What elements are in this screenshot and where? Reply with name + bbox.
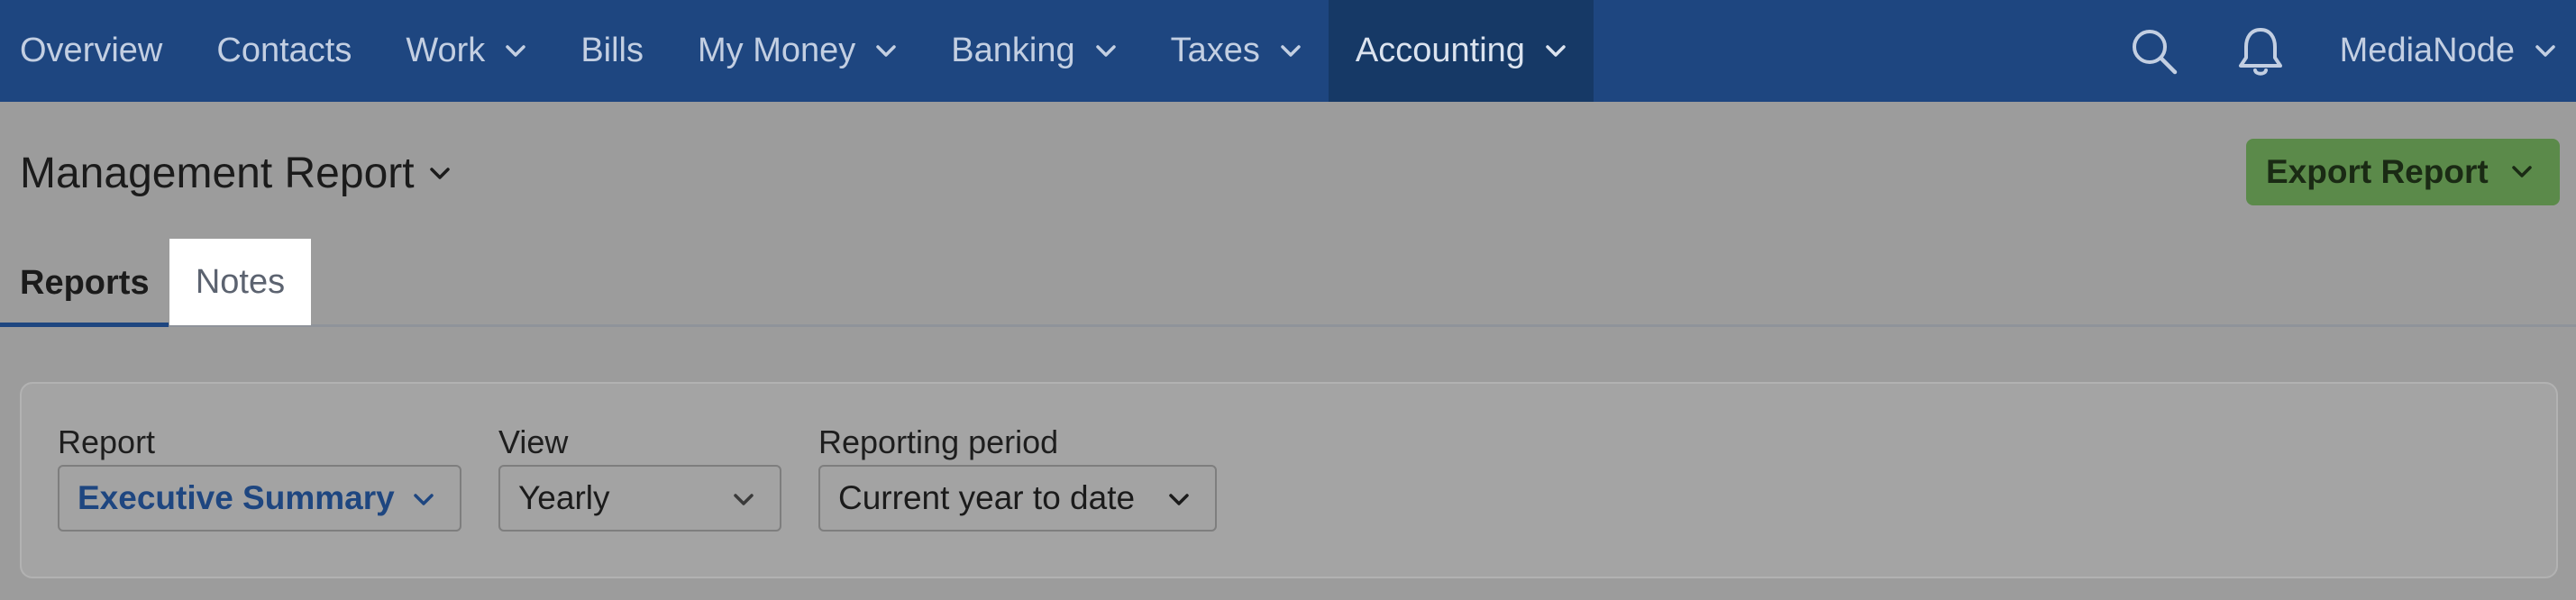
nav-label: Banking xyxy=(951,32,1075,69)
search-icon[interactable] xyxy=(2127,24,2181,78)
tab-active-indicator xyxy=(0,323,169,327)
nav-my-money[interactable]: My Money xyxy=(671,0,924,102)
export-report-button[interactable]: Export Report xyxy=(2246,139,2560,205)
view-select-value: Yearly xyxy=(518,479,610,516)
nav-label: Bills xyxy=(580,32,644,69)
org-name: MediaNode xyxy=(2339,32,2515,69)
chevron-down-icon xyxy=(414,494,434,505)
reporting-period-field-label: Reporting period xyxy=(818,423,1059,460)
chevron-down-icon xyxy=(876,44,897,57)
nav-label: My Money xyxy=(698,32,856,69)
org-switcher[interactable]: MediaNode xyxy=(2340,32,2576,70)
report-select-value: Executive Summary xyxy=(78,479,395,516)
chevron-down-icon xyxy=(1169,494,1189,505)
chevron-down-icon xyxy=(429,167,450,179)
chevron-down-icon xyxy=(1095,44,1116,57)
reporting-period-select-value: Current year to date xyxy=(838,479,1136,516)
nav-overview[interactable]: Overview xyxy=(0,0,189,102)
nav-work[interactable]: Work xyxy=(379,0,553,102)
nav-right-tools: MediaNode xyxy=(2127,0,2576,102)
nav-accounting[interactable]: Accounting xyxy=(1328,0,1594,102)
tab-notes[interactable]: Notes xyxy=(169,239,311,325)
nav-label: Contacts xyxy=(216,32,352,69)
nav-banking[interactable]: Banking xyxy=(924,0,1143,102)
tab-reports[interactable]: Reports xyxy=(0,239,169,327)
tabs-divider xyxy=(0,324,2576,327)
nav-label: Accounting xyxy=(1355,32,1525,69)
page-title[interactable]: Management Report xyxy=(20,149,451,198)
chevron-down-icon xyxy=(1546,44,1566,57)
nav-taxes[interactable]: Taxes xyxy=(1144,0,1329,102)
chevron-down-icon xyxy=(506,44,526,57)
view-field-label: View xyxy=(498,423,569,460)
page-title-text: Management Report xyxy=(20,150,415,197)
report-select[interactable]: Executive Summary xyxy=(58,465,461,532)
chevron-down-icon xyxy=(2512,166,2532,177)
reporting-period-select[interactable]: Current year to date xyxy=(818,465,1217,532)
tab-label: Notes xyxy=(195,262,286,301)
report-field-label: Report xyxy=(58,423,156,460)
chevron-down-icon xyxy=(2535,44,2555,57)
nav-bills[interactable]: Bills xyxy=(553,0,671,102)
top-navigation: Overview Contacts Work Bills My Money Ba… xyxy=(0,0,2576,102)
chevron-down-icon xyxy=(734,494,754,505)
nav-label: Overview xyxy=(20,32,163,69)
nav-label: Work xyxy=(406,32,486,69)
chevron-down-icon xyxy=(1281,44,1301,57)
nav-label: Taxes xyxy=(1170,32,1260,69)
nav-contacts[interactable]: Contacts xyxy=(189,0,379,102)
export-report-label: Export Report xyxy=(2266,153,2489,190)
bell-icon[interactable] xyxy=(2233,24,2288,78)
view-select[interactable]: Yearly xyxy=(498,465,781,532)
tab-label: Reports xyxy=(20,263,150,302)
